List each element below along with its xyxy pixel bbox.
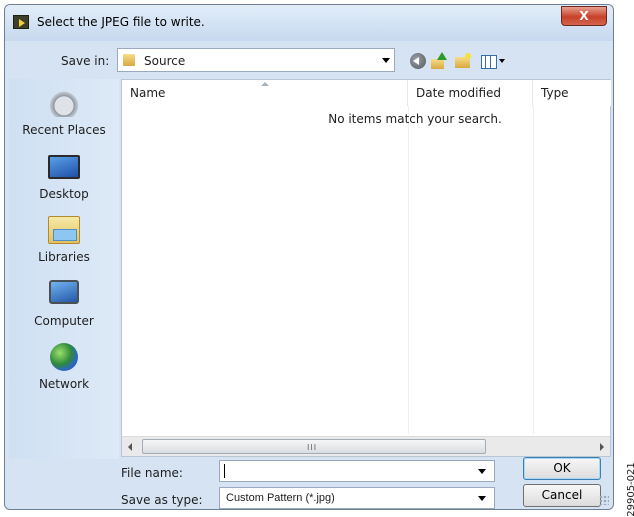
recent-places-icon bbox=[48, 89, 80, 117]
figure-id-text: 29905-021 bbox=[625, 462, 634, 517]
views-menu-icon[interactable] bbox=[481, 53, 507, 69]
empty-list-message: No items match your search. bbox=[328, 112, 502, 126]
place-recent-places[interactable]: Recent Places bbox=[9, 85, 119, 145]
figure-id: 29905-021 bbox=[618, 462, 634, 517]
place-desktop[interactable]: Desktop bbox=[9, 149, 119, 209]
libraries-icon bbox=[48, 216, 80, 244]
network-icon bbox=[50, 343, 78, 371]
save-in-label: Save in: bbox=[61, 54, 110, 68]
title-bar[interactable]: Select the JPEG file to write. X bbox=[5, 5, 613, 41]
save-file-dialog: Select the JPEG file to write. X Save in… bbox=[4, 4, 614, 510]
place-label: Libraries bbox=[38, 250, 90, 264]
text-caret bbox=[224, 464, 225, 478]
save-in-dropdown[interactable]: Source bbox=[117, 48, 395, 72]
close-button[interactable]: X bbox=[561, 6, 607, 26]
save-as-type-value: Custom Pattern (*.jpg) bbox=[226, 492, 335, 504]
scroll-left-icon[interactable] bbox=[128, 443, 132, 451]
chevron-down-icon[interactable] bbox=[478, 496, 486, 501]
horizontal-scrollbar[interactable]: III bbox=[122, 436, 610, 456]
resize-grip[interactable] bbox=[599, 495, 609, 505]
save-in-value: Source bbox=[144, 54, 186, 68]
save-as-type-label: Save as type: bbox=[121, 493, 203, 507]
place-computer[interactable]: Computer bbox=[9, 276, 119, 336]
sort-ascending-icon bbox=[261, 82, 269, 86]
column-header-date-modified[interactable]: Date modified bbox=[408, 80, 533, 106]
file-list[interactable]: Name Date modified Type No items match y… bbox=[121, 79, 611, 457]
chevron-down-icon[interactable] bbox=[478, 469, 486, 474]
scroll-thumb[interactable]: III bbox=[142, 439, 486, 454]
back-icon[interactable] bbox=[410, 53, 426, 69]
file-name-label: File name: bbox=[121, 466, 183, 480]
place-label: Network bbox=[38, 377, 90, 391]
desktop-icon bbox=[48, 155, 80, 179]
column-divider bbox=[408, 106, 409, 434]
column-header-type[interactable]: Type bbox=[533, 80, 611, 106]
place-label: Desktop bbox=[39, 187, 89, 201]
save-as-type-dropdown[interactable]: Custom Pattern (*.jpg) bbox=[219, 487, 495, 509]
views-chevron-down-icon[interactable] bbox=[499, 59, 505, 63]
new-folder-icon[interactable] bbox=[455, 53, 471, 69]
places-bar: Recent Places Desktop Libraries Computer… bbox=[9, 79, 119, 459]
scroll-grip: III bbox=[307, 443, 318, 452]
column-divider bbox=[533, 106, 534, 434]
folder-icon bbox=[123, 54, 135, 66]
place-label: Recent Places bbox=[22, 123, 106, 137]
file-name-input[interactable] bbox=[219, 460, 495, 482]
cancel-button[interactable]: Cancel bbox=[523, 484, 601, 507]
scroll-right-icon[interactable] bbox=[600, 443, 604, 451]
place-label: Computer bbox=[34, 314, 94, 328]
window-title: Select the JPEG file to write. bbox=[37, 15, 205, 29]
ok-button[interactable]: OK bbox=[523, 457, 601, 480]
place-network[interactable]: Network bbox=[9, 339, 119, 399]
chevron-down-icon[interactable] bbox=[382, 58, 390, 63]
place-libraries[interactable]: Libraries bbox=[9, 212, 119, 272]
computer-icon bbox=[49, 280, 79, 304]
up-folder-icon[interactable] bbox=[431, 52, 447, 69]
app-icon bbox=[13, 15, 29, 29]
